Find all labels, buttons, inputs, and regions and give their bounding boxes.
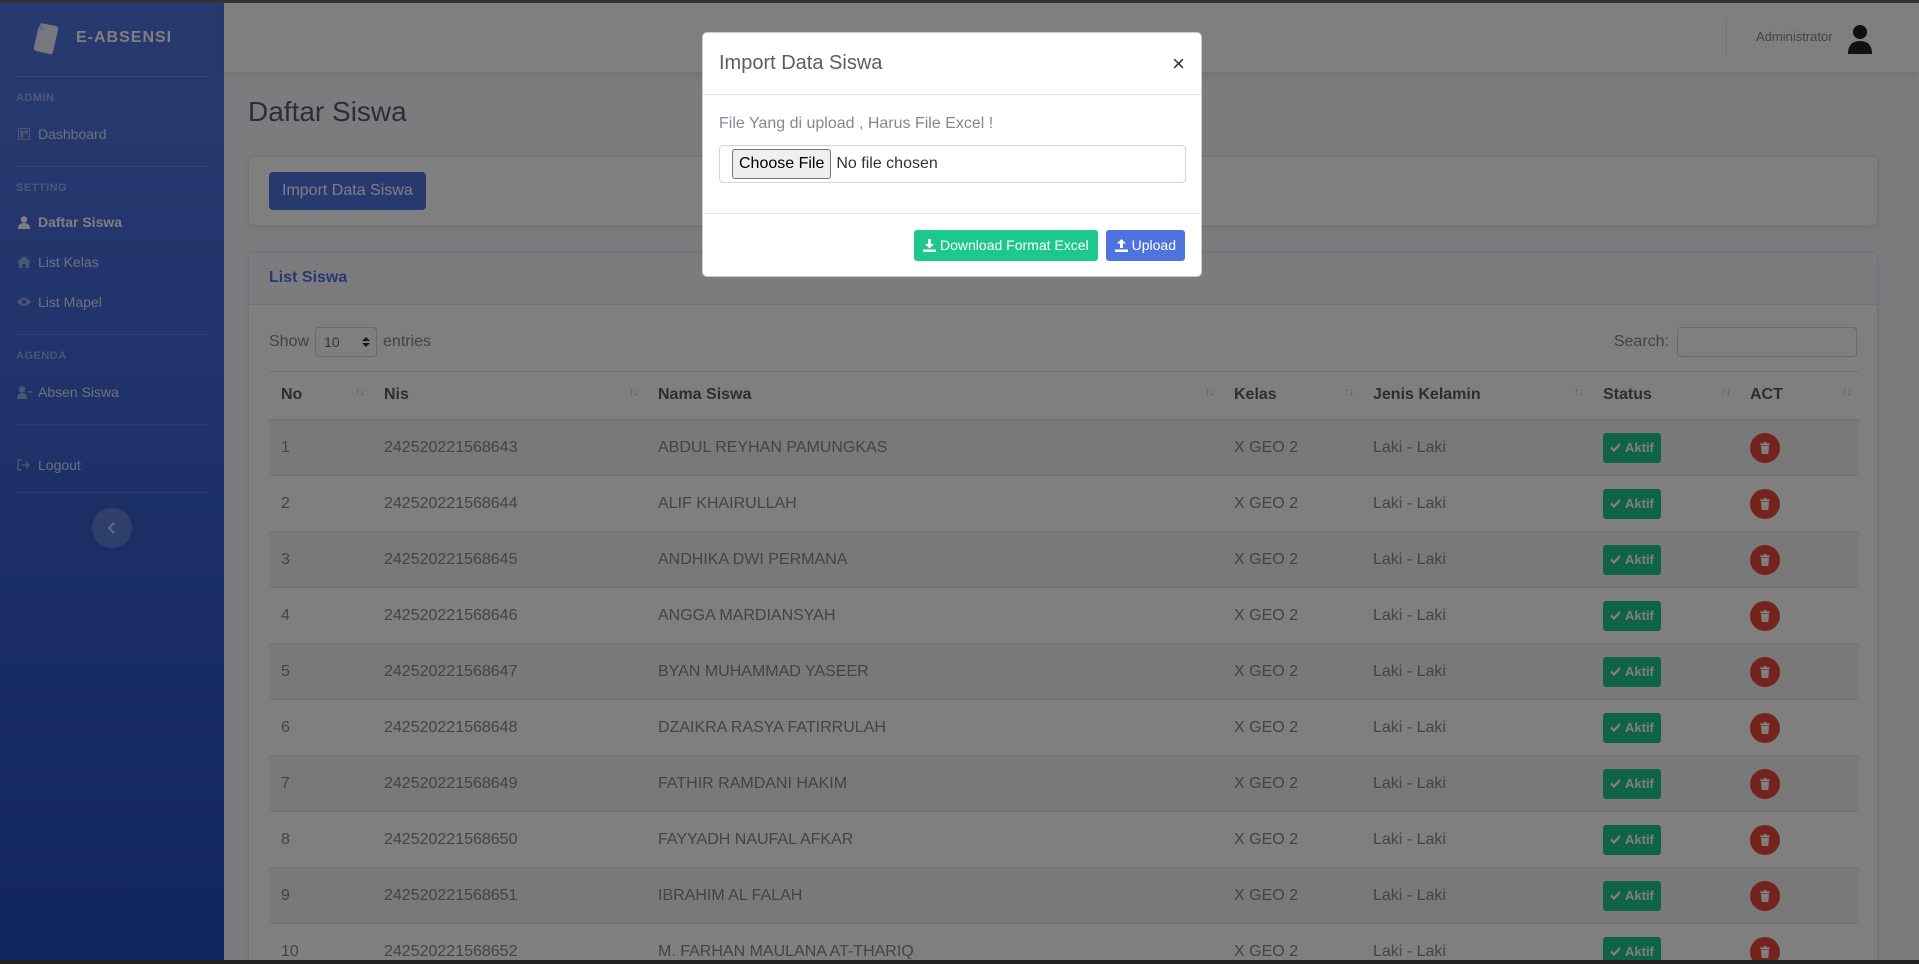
modal-title: Import Data Siswa [719, 52, 883, 74]
download-icon [923, 238, 936, 252]
upload-button-label: Upload [1131, 237, 1176, 253]
upload-icon [1114, 238, 1128, 252]
upload-button[interactable]: Upload [1105, 229, 1185, 261]
browser-top-edge [0, 0, 1919, 3]
browser-bottom-edge [0, 960, 1919, 964]
file-input[interactable]: Choose File No file chosen [719, 145, 1186, 183]
download-format-excel-button[interactable]: Download Format Excel [914, 229, 1098, 261]
import-modal: Import Data Siswa × File Yang di upload … [702, 32, 1202, 277]
file-status: No file chosen [836, 155, 938, 172]
modal-footer: Download Format Excel Upload [703, 214, 1201, 276]
modal-header: Import Data Siswa × [703, 33, 1201, 95]
upload-instruction: File Yang di upload , Harus File Excel ! [719, 115, 994, 132]
modal-body: File Yang di upload , Harus File Excel !… [703, 95, 1201, 214]
close-icon[interactable]: × [1172, 52, 1185, 75]
download-button-label: Download Format Excel [940, 237, 1089, 253]
choose-file-button[interactable]: Choose File [732, 149, 832, 179]
